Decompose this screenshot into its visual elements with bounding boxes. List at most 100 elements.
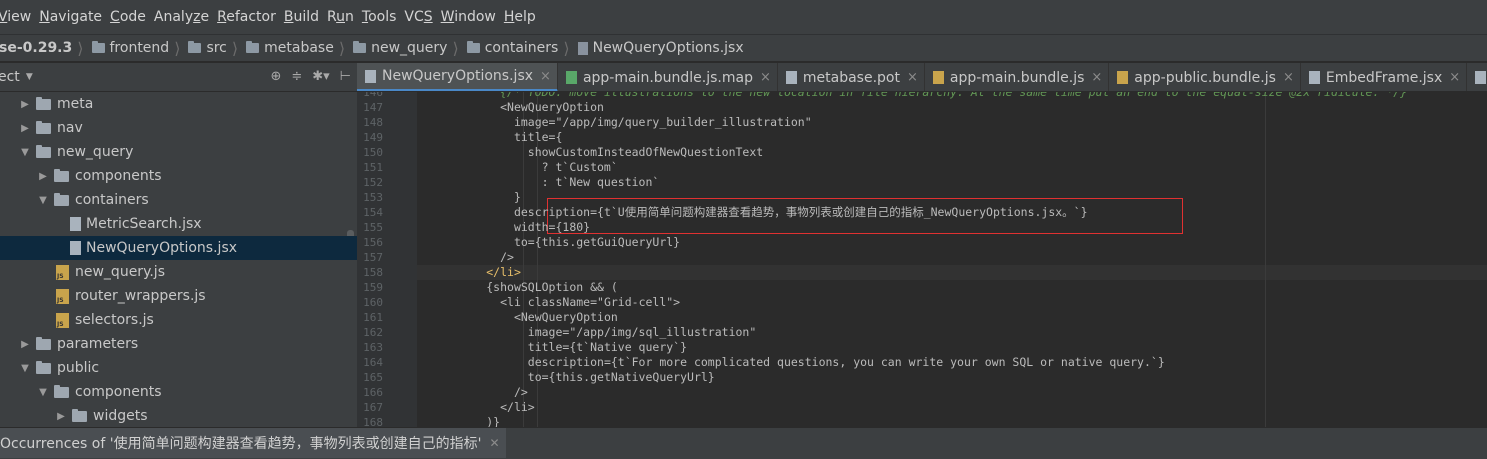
collapsed-arrow-icon[interactable]: ▶	[18, 123, 32, 134]
menu-item-navigate[interactable]: Navigate	[39, 9, 108, 25]
editor-tab[interactable]: EmbedFrame.jsx ×	[1301, 63, 1468, 91]
find-tab[interactable]: Occurrences of '使用简单问题构建器查看趋势，事物列表或创建自己的…	[0, 428, 506, 459]
close-icon[interactable]: ×	[760, 70, 771, 85]
gear-icon[interactable]: ✱▾	[312, 69, 329, 84]
collapsed-arrow-icon[interactable]: ▶	[18, 339, 32, 350]
tree-item-label: parameters	[57, 336, 139, 352]
folder-icon	[36, 144, 51, 158]
editor-tab[interactable]: 13-embec	[1467, 63, 1487, 91]
tree-item[interactable]: router_wrappers.js	[0, 284, 357, 308]
expanded-arrow-icon[interactable]: ▼	[18, 147, 32, 158]
close-icon[interactable]: ×	[907, 70, 918, 85]
folder-icon	[54, 384, 69, 398]
locate-icon[interactable]: ⊕	[270, 69, 281, 84]
javascript-file-icon	[56, 288, 69, 304]
folder-icon	[91, 41, 105, 53]
tree-item[interactable]: selectors.js	[0, 308, 357, 332]
code-line: }	[513, 190, 521, 204]
tree-item[interactable]: ▶ components	[0, 164, 357, 188]
menu-item-run[interactable]: Run	[327, 9, 360, 25]
folder-icon	[466, 41, 480, 53]
tree-item[interactable]: ▶ nav	[0, 116, 357, 140]
close-icon[interactable]: ×	[1283, 70, 1294, 85]
folder-icon	[353, 41, 367, 53]
tree-item[interactable]: ▼ public	[0, 356, 357, 380]
menu-bar: View Navigate Code Analyze Refactor Build Run T…	[0, 0, 1487, 34]
menu-item-build[interactable]: Build	[284, 9, 325, 25]
chevron-down-icon[interactable]: ▼	[26, 72, 33, 82]
tree-item-label: NewQueryOptions.jsx	[86, 240, 238, 256]
breadcrumb-item[interactable]: src	[180, 40, 227, 56]
editor-tab[interactable]: metabase.pot ×	[778, 63, 925, 91]
collapse-all-icon[interactable]: ≑	[291, 69, 302, 84]
tree-item-label: selectors.js	[75, 312, 154, 328]
jsx-file-icon	[70, 241, 81, 255]
tree-item-label: components	[75, 168, 162, 184]
editor-tab[interactable]: app-public.bundle.js ×	[1109, 63, 1301, 91]
breadcrumb-item[interactable]: containers	[459, 40, 558, 56]
editor-tab[interactable]: NewQueryOptions.jsx ×	[357, 63, 558, 91]
expanded-arrow-icon[interactable]: ▼	[36, 387, 50, 398]
breadcrumb-item[interactable]: new_query	[345, 40, 447, 56]
menu-item-code[interactable]: Code	[110, 9, 152, 25]
line-number: 151	[363, 161, 383, 174]
line-number: 167	[363, 401, 383, 414]
editor-tab[interactable]: app-main.bundle.js.map ×	[558, 63, 778, 91]
menu-item-window[interactable]: Window	[441, 9, 502, 25]
code-line: description={t`U使用简单问题构建器查看趋势，事物列表或创建自己的…	[513, 205, 1088, 219]
folder-icon	[72, 408, 87, 422]
menu-item-tools[interactable]: Tools	[362, 9, 403, 25]
tree-item[interactable]: ▶ widgets	[0, 404, 357, 427]
close-icon[interactable]: ✕	[489, 436, 499, 450]
collapsed-arrow-icon[interactable]: ▶	[54, 411, 68, 422]
tree-item-label: MetricSearch.jsx	[86, 216, 202, 232]
close-icon[interactable]: ×	[1449, 70, 1460, 85]
code-line: title={t`Native query`}	[527, 340, 688, 354]
menu-item-help[interactable]: Help	[504, 9, 542, 25]
expanded-arrow-icon[interactable]: ▼	[36, 195, 50, 206]
menu-item-vcs[interactable]: VCS	[404, 9, 438, 25]
line-number: 161	[363, 311, 383, 324]
editor-tabs: NewQueryOptions.jsx × app-main.bundle.js.m…	[357, 63, 1487, 92]
collapsed-arrow-icon[interactable]: ▶	[18, 99, 32, 110]
tree-item[interactable]: NewQueryOptions.jsx	[0, 236, 357, 260]
tree-item[interactable]: MetricSearch.jsx	[0, 212, 357, 236]
tree-item[interactable]: ▶ parameters	[0, 332, 357, 356]
close-icon[interactable]: ×	[1091, 70, 1102, 85]
tree-item[interactable]: ▼ components	[0, 380, 357, 404]
close-icon[interactable]: ×	[540, 69, 551, 84]
code-line: width={180}	[513, 220, 591, 234]
editor-tab-label: app-main.bundle.js	[949, 69, 1085, 86]
editor-tab[interactable]: app-main.bundle.js ×	[925, 63, 1110, 91]
jsx-file-icon	[1308, 71, 1320, 84]
breadcrumb-item[interactable]: NewQueryOptions.jsx	[570, 40, 744, 56]
breadcrumb-item[interactable]: se-0.29.3	[0, 40, 72, 56]
line-number: 162	[363, 326, 383, 339]
project-tree: ▶ meta ▶ nav ▼ new_query ▶ components ▼ container…	[0, 92, 357, 427]
tree-item[interactable]: ▶ meta	[0, 92, 357, 116]
code-line: {showSQLOption && (	[486, 280, 618, 294]
editor-tab-label: app-public.bundle.js	[1134, 69, 1276, 86]
tree-item[interactable]: ▼ containers	[0, 188, 357, 212]
hide-panel-icon[interactable]: ⊢	[340, 69, 351, 84]
breadcrumb-item[interactable]: metabase	[238, 40, 334, 56]
line-number: 153	[363, 191, 383, 204]
javascript-file-icon	[56, 312, 69, 328]
line-number: 146	[363, 92, 383, 99]
tree-item-label: widgets	[93, 408, 148, 424]
breadcrumb-item[interactable]: frontend	[84, 40, 169, 56]
tree-item-label: new_query.js	[75, 264, 165, 280]
code-line: : t`New question`	[541, 175, 660, 189]
code-editor[interactable]: {/* TODO: move illustrations to the new …	[417, 92, 1487, 427]
line-number: 165	[363, 371, 383, 384]
editor-tab-label: metabase.pot	[802, 69, 900, 86]
menu-item-analyze[interactable]: Analyze	[154, 9, 215, 25]
tree-item[interactable]: ▼ new_query	[0, 140, 357, 164]
collapsed-arrow-icon[interactable]: ▶	[36, 171, 50, 182]
code-line: )}	[486, 415, 501, 427]
menu-item-refactor[interactable]: Refactor	[217, 9, 282, 25]
menu-item-view[interactable]: View	[0, 9, 37, 25]
expanded-arrow-icon[interactable]: ▼	[18, 363, 32, 374]
tree-item[interactable]: new_query.js	[0, 260, 357, 284]
project-panel-title[interactable]: ect	[0, 69, 20, 85]
